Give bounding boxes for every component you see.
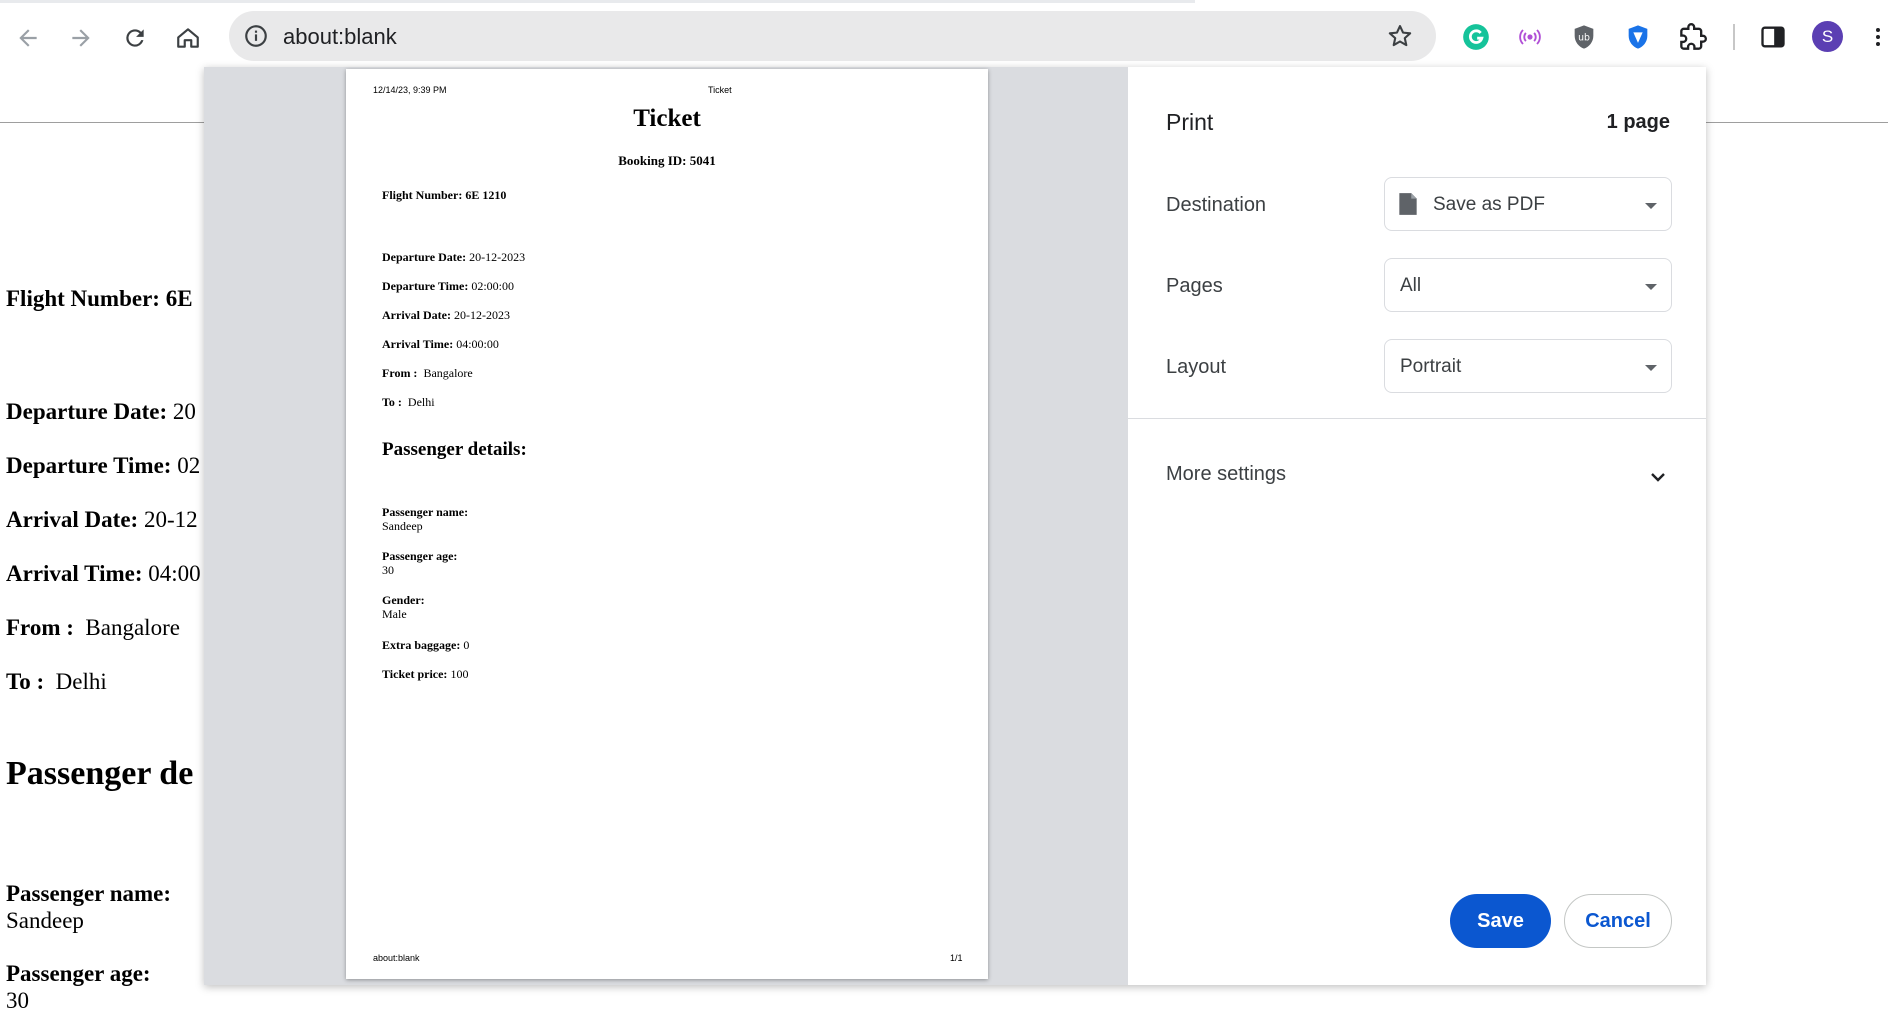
browser-toolbar: about:blank ub S (0, 0, 1888, 74)
preview-gender: Gender: Male (382, 593, 425, 621)
underlying-departure-date: Departure Date: 20 (6, 399, 196, 424)
preview-passenger-age: Passenger age: 30 (382, 549, 458, 577)
pages-select[interactable]: All (1384, 258, 1672, 312)
preview-to: To : Delhi (382, 395, 435, 409)
preview-title: Ticket (633, 105, 701, 132)
chevron-down-icon (1645, 203, 1657, 209)
preview-extra-baggage: Extra baggage: 0 (382, 638, 470, 652)
print-settings-panel: Print 1 page Destination Save as PDF Pag… (1128, 67, 1706, 985)
home-button[interactable] (168, 18, 208, 58)
underlying-passenger-heading: Passenger de (6, 755, 194, 792)
print-title: Print (1166, 109, 1214, 135)
preview-departure-date: Departure Date: 20-12-2023 (382, 250, 526, 264)
chevron-down-icon[interactable] (1646, 465, 1670, 489)
podcast-extension[interactable] (1515, 22, 1545, 52)
ublock-icon: ub (1574, 25, 1594, 49)
menu-button[interactable] (1868, 22, 1888, 52)
preview-arrival-time: Arrival Time: 04:00:00 (382, 337, 499, 351)
preview-passenger-name: Passenger name: Sandeep (382, 505, 469, 533)
page-count: 1 page (1606, 111, 1670, 133)
star-icon[interactable] (1386, 22, 1414, 50)
print-preview-area: 12/14/23, 9:39 PM Ticket Ticket Booking … (204, 67, 1128, 985)
pages-value: All (1400, 275, 1422, 296)
info-icon[interactable] (243, 23, 269, 49)
underlying-passenger-age: Passenger age: 30 (6, 961, 151, 1013)
preview-header-title: Ticket (708, 85, 732, 95)
preview-footer-page: 1/1 (950, 953, 963, 963)
menu-icon (1876, 28, 1880, 46)
toolbar-divider (1733, 24, 1735, 50)
cancel-button[interactable]: Cancel (1564, 894, 1672, 948)
underlying-arrival-date: Arrival Date: 20-12 (6, 507, 198, 532)
settings-divider (1128, 418, 1706, 419)
side-panel-icon (1761, 26, 1785, 48)
chevron-down-icon (1645, 284, 1657, 290)
destination-label: Destination (1166, 194, 1267, 216)
address-bar[interactable]: about:blank (229, 11, 1436, 61)
reload-button[interactable] (115, 18, 155, 58)
tab-strip-edge (0, 0, 1195, 3)
reload-icon (126, 29, 144, 47)
document-icon (1399, 193, 1417, 215)
ublock-extension[interactable]: ub (1569, 22, 1599, 52)
underlying-from: From : Bangalore (6, 615, 180, 640)
preview-departure-time: Departure Time: 02:00:00 (382, 279, 514, 293)
underlying-departure-time: Departure Time: 02 (6, 453, 201, 478)
back-icon (19, 29, 37, 47)
preview-header-date: 12/14/23, 9:39 PM (373, 85, 447, 95)
layout-label: Layout (1166, 356, 1227, 378)
save-button[interactable]: Save (1450, 894, 1551, 948)
layout-select[interactable]: Portrait (1384, 339, 1672, 393)
preview-flight-number: Flight Number: 6E 1210 (382, 188, 507, 202)
preview-footer-url: about:blank (373, 953, 420, 963)
layout-value: Portrait (1400, 356, 1462, 377)
preview-ticket-price: Ticket price: 100 (382, 667, 469, 681)
vpn-extension[interactable] (1623, 22, 1653, 52)
preview-passenger-heading: Passenger details: (382, 439, 527, 460)
svg-text:ub: ub (1578, 33, 1590, 44)
podcast-icon (1519, 29, 1541, 45)
underlying-flight-number: Flight Number: 6E (6, 286, 193, 311)
underlying-to: To : Delhi (6, 669, 107, 694)
underlying-arrival-time: Arrival Time: 04:00 (6, 561, 201, 586)
profile-avatar[interactable]: S (1812, 21, 1843, 52)
preview-booking-id: Booking ID: 5041 (618, 153, 716, 168)
home-icon (177, 28, 199, 48)
extensions-button[interactable] (1678, 22, 1708, 52)
grammarly-extension[interactable] (1461, 22, 1491, 52)
destination-value: Save as PDF (1433, 194, 1545, 215)
preview-from: From : Bangalore (382, 366, 473, 380)
preview-page: 12/14/23, 9:39 PM Ticket Ticket Booking … (346, 69, 988, 979)
preview-arrival-date: Arrival Date: 20-12-2023 (382, 308, 510, 322)
destination-select[interactable]: Save as PDF (1384, 177, 1672, 231)
vpn-shield-icon (1628, 25, 1648, 49)
forward-icon (72, 29, 90, 47)
grammarly-icon (1463, 24, 1489, 50)
pages-label: Pages (1166, 275, 1223, 297)
back-button[interactable] (8, 18, 48, 58)
forward-button[interactable] (61, 18, 101, 58)
print-dialog: 12/14/23, 9:39 PM Ticket Ticket Booking … (204, 67, 1706, 985)
underlying-passenger-name: Passenger name: Sandeep (6, 881, 172, 933)
url-text[interactable]: about:blank (283, 24, 397, 50)
chevron-down-icon (1645, 365, 1657, 371)
side-panel-button[interactable] (1758, 22, 1788, 52)
more-settings-toggle[interactable]: More settings (1166, 463, 1286, 486)
extensions-icon (1680, 23, 1707, 50)
